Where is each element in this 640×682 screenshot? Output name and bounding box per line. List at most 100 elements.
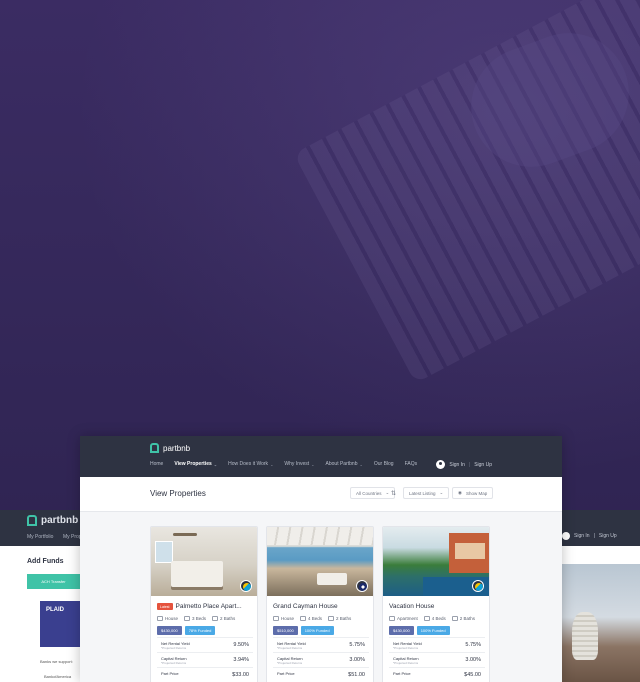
capital-return-row: Capital Return *Projected Returns 3.00% bbox=[389, 652, 485, 667]
background-sign-up: Sign Up bbox=[598, 533, 617, 539]
bed-icon bbox=[300, 616, 307, 622]
background-auth-links: Sign In | Sign Up bbox=[562, 532, 617, 540]
funded-pill: 78% Funded bbox=[184, 626, 216, 635]
lamp-image bbox=[572, 612, 598, 660]
property-beds: 4 Beds bbox=[423, 616, 446, 622]
auth-separator: | bbox=[468, 461, 471, 468]
top-navbar: partbnb Home View Properties ⌄ How Does i… bbox=[80, 436, 562, 477]
country-filter-dropdown[interactable]: All Countries ⌄ bbox=[350, 487, 396, 499]
baths-label: 2 Baths bbox=[459, 616, 476, 621]
sign-up-link[interactable]: Sign Up bbox=[474, 462, 492, 468]
capital-return-row: Capital Return *Projected Returns 3.00% bbox=[273, 652, 369, 667]
view-properties-window: partbnb Home View Properties ⌄ How Does i… bbox=[80, 436, 562, 682]
awning-image bbox=[267, 527, 373, 545]
projected-returns-note: *Projected Returns bbox=[393, 646, 419, 650]
nav-faqs[interactable]: FAQs bbox=[405, 461, 418, 467]
country-filter-label: All Countries bbox=[356, 490, 382, 496]
nav-label: How Does it Work bbox=[228, 461, 269, 467]
net-rental-yield-row: Net Rental Yield *Projected Returns 9.50… bbox=[157, 637, 253, 652]
net-rental-yield-row: Net Rental Yield *Projected Returns 5.75… bbox=[389, 637, 485, 652]
property-baths: 2 Baths bbox=[212, 616, 235, 622]
property-beds: 4 Beds bbox=[300, 616, 323, 622]
background-property-photo-panel bbox=[562, 546, 640, 682]
eye-icon: ◉ bbox=[458, 490, 462, 495]
sort-dropdown[interactable]: Latest Listing ⌄ bbox=[403, 487, 450, 499]
property-type: House bbox=[273, 616, 295, 622]
property-title[interactable]: Vacation House bbox=[389, 603, 434, 610]
show-map-button[interactable]: ◉ Show Map bbox=[452, 487, 494, 499]
bed-image bbox=[171, 561, 223, 587]
property-features: Apartment 4 Beds 2 Baths bbox=[389, 616, 476, 622]
projected-returns-note: *Projected Returns bbox=[277, 646, 303, 650]
part-price-label: Part Price bbox=[277, 671, 295, 676]
bed-icon bbox=[423, 616, 430, 622]
cayman-flag-icon bbox=[356, 580, 368, 592]
property-card[interactable]: Grand Cayman House House 4 Beds 2 Baths … bbox=[266, 526, 374, 682]
nav-label: Why Invest bbox=[284, 461, 310, 467]
bath-icon bbox=[328, 616, 335, 622]
property-title[interactable]: Grand Cayman House bbox=[273, 603, 338, 610]
bank-of-america-logo: BankofAmerica bbox=[44, 674, 72, 679]
property-photo[interactable] bbox=[267, 527, 373, 596]
projected-returns-note: *Projected Returns bbox=[161, 661, 187, 665]
bath-icon bbox=[212, 616, 219, 622]
bahamas-flag-icon bbox=[472, 580, 484, 592]
beds-label: 3 Beds bbox=[192, 616, 207, 621]
swap-sort-icon[interactable]: ⇅ bbox=[391, 490, 396, 497]
brand-logo[interactable]: partbnb bbox=[150, 443, 190, 453]
nav-our-blog[interactable]: Our Blog bbox=[374, 461, 394, 467]
property-pills: $430,000 100% Funded bbox=[389, 626, 450, 635]
nav-about-partbnb[interactable]: About Partbnb ⌄ bbox=[326, 461, 363, 467]
nav-label: About Partbnb bbox=[325, 461, 358, 467]
bahamas-flag-icon bbox=[240, 580, 252, 592]
projected-returns-note: *Projected Returns bbox=[161, 646, 187, 650]
chevron-down-icon: ⌄ bbox=[385, 490, 390, 495]
property-name: Grand Cayman House bbox=[273, 603, 338, 610]
property-card[interactable]: Latest Palmetto Place Apart... House 3 B… bbox=[150, 526, 258, 682]
projected-returns-note: *Projected Returns bbox=[277, 661, 303, 665]
nav-view-properties[interactable]: View Properties ⌄ bbox=[174, 461, 217, 467]
nav-why-invest[interactable]: Why Invest ⌄ bbox=[284, 461, 314, 467]
net-rental-yield-value: 5.75% bbox=[465, 642, 481, 648]
background-room-photo bbox=[562, 564, 640, 682]
show-map-label: Show Map bbox=[465, 490, 488, 496]
nav-label: FAQs bbox=[404, 461, 418, 467]
user-icon[interactable] bbox=[436, 460, 446, 469]
chevron-down-icon: ⌄ bbox=[439, 490, 444, 495]
part-price-label: Part Price bbox=[161, 671, 179, 676]
part-price-row: Part Price $33.00 bbox=[157, 667, 253, 681]
property-beds: 3 Beds bbox=[184, 616, 207, 622]
property-photo[interactable] bbox=[383, 527, 489, 596]
property-baths: 2 Baths bbox=[328, 616, 351, 622]
add-funds-title: Add Funds bbox=[27, 558, 64, 565]
villa-image bbox=[449, 533, 489, 573]
nav-home[interactable]: Home bbox=[150, 461, 163, 467]
property-card-list: Latest Palmetto Place Apart... House 3 B… bbox=[150, 526, 490, 682]
part-price-row: Part Price $45.00 bbox=[389, 667, 485, 681]
house-icon bbox=[389, 616, 395, 622]
nav-label: Our Blog bbox=[373, 461, 394, 467]
page-header: View Properties All Countries ⌄ ⇅ Latest… bbox=[80, 477, 562, 512]
property-type-label: Apartment bbox=[397, 616, 418, 621]
auth-separator: | bbox=[593, 533, 595, 539]
property-card[interactable]: Vacation House Apartment 4 Beds 2 Baths … bbox=[382, 526, 490, 682]
property-photo[interactable] bbox=[151, 527, 257, 596]
property-title[interactable]: Latest Palmetto Place Apart... bbox=[157, 603, 242, 610]
house-icon bbox=[157, 616, 163, 622]
sign-in-link[interactable]: Sign In bbox=[449, 462, 465, 468]
latest-badge: Latest bbox=[157, 603, 173, 610]
beds-label: 4 Beds bbox=[308, 616, 323, 621]
property-value-pill: $430,000 bbox=[389, 626, 414, 635]
nav-how-does-it-work[interactable]: How Does it Work ⌄ bbox=[228, 461, 273, 467]
chevron-down-icon: ⌄ bbox=[311, 461, 315, 467]
house-icon bbox=[273, 616, 279, 622]
capital-return-value: 3.00% bbox=[349, 657, 365, 663]
background-brand-name: partbnb bbox=[41, 515, 79, 526]
part-price-value: $33.00 bbox=[232, 672, 249, 678]
house-logo-icon bbox=[150, 443, 159, 453]
property-type: House bbox=[157, 616, 178, 622]
bath-icon bbox=[451, 616, 458, 622]
nav-label: Home bbox=[150, 461, 164, 467]
window-image bbox=[155, 541, 173, 563]
property-type-label: House bbox=[281, 616, 295, 621]
